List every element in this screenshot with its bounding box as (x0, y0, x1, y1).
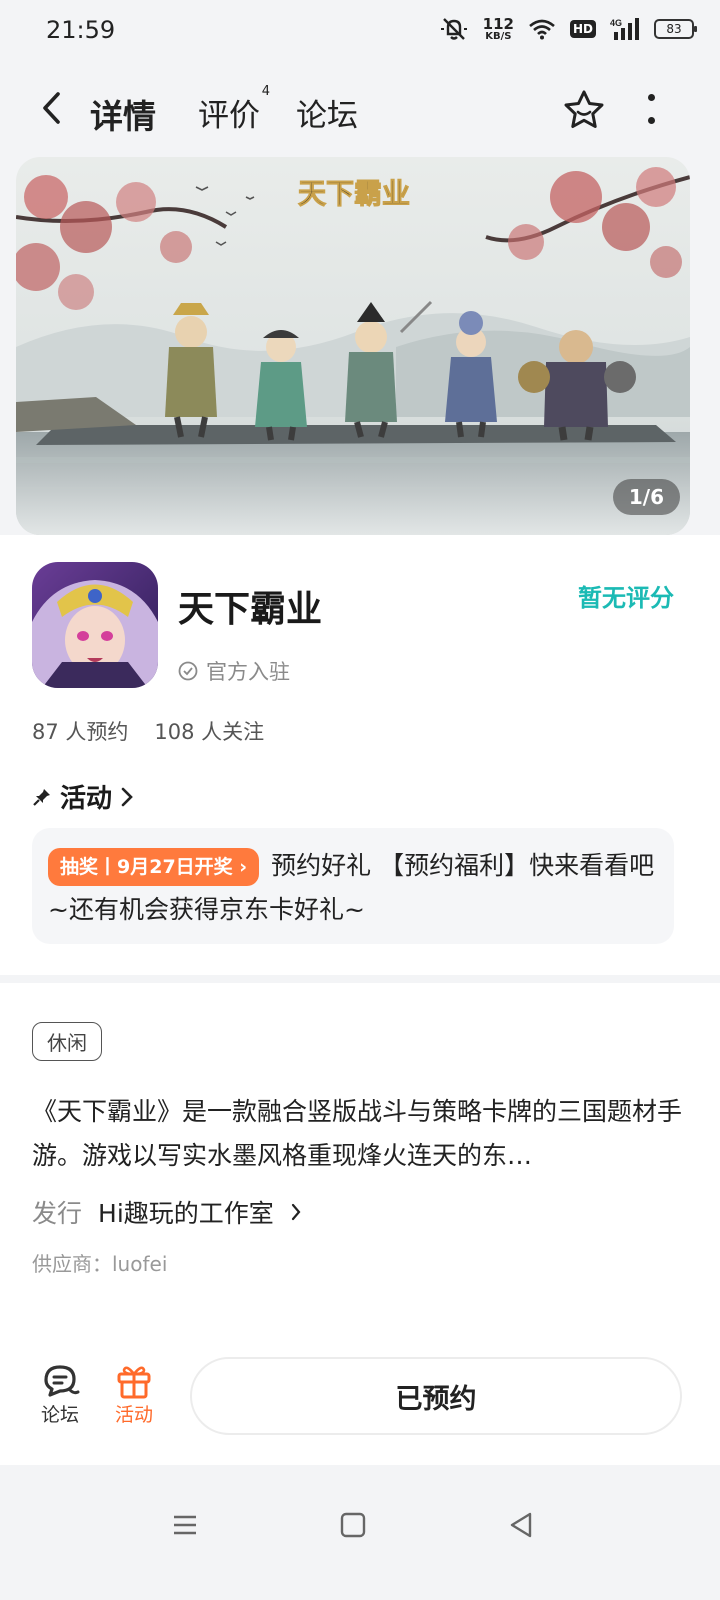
wifi-icon (529, 19, 555, 40)
rating-status: 暂无评分 (578, 584, 674, 612)
favorite-button[interactable] (562, 88, 606, 136)
publisher-row[interactable]: 发行 Hi趣玩的工作室 (32, 1194, 302, 1230)
triangle-back-icon (510, 1512, 532, 1538)
system-back-button[interactable] (506, 1510, 536, 1544)
lottery-badge: 抽奖丨9月27日开奖 › (48, 848, 260, 886)
activity-header[interactable]: 活动 (32, 778, 134, 815)
banner-title-art: 天下霸业 (298, 177, 410, 210)
tab-forum[interactable]: 论坛 (296, 90, 358, 135)
official-badge: 官方入驻 (178, 656, 290, 686)
tab-detail[interactable]: 详情 (84, 90, 166, 138)
signal-icon: 4G (610, 18, 639, 40)
game-description[interactable]: 《天下霸业》是一款融合竖版战斗与策略卡牌的三国题材手游。游戏以写实水墨风格重现烽… (32, 1090, 682, 1178)
tab-reviews-label: 评价 (198, 98, 260, 134)
official-label: 官方入驻 (206, 660, 290, 684)
gift-icon (117, 1366, 151, 1399)
app-stats: 87 人预约 108 人关注 (32, 716, 264, 746)
reserved-button[interactable]: 已预约 (190, 1357, 682, 1435)
hd-badge: HD (569, 20, 596, 38)
mute-bell-icon (440, 18, 467, 40)
tab-reviews[interactable]: 评价 4 (198, 84, 270, 135)
tab-reviews-count: 4 (261, 84, 270, 99)
forum-shortcut[interactable]: 论坛 (40, 1362, 80, 1427)
chat-bubble-icon (44, 1365, 80, 1397)
genre-tag[interactable]: 休闲 (32, 1022, 102, 1061)
tab-detail-label: 详情 (90, 97, 156, 136)
battery-indicator: 83 (654, 19, 697, 39)
pin-icon (33, 788, 50, 806)
svg-text:4G: 4G (610, 18, 622, 28)
chevron-right-icon (121, 787, 133, 806)
section-divider (0, 975, 720, 983)
menu-button[interactable] (170, 1510, 200, 1544)
app-icon (32, 562, 158, 688)
more-options-button[interactable] (644, 94, 658, 124)
net-speed-unit: KB/S (485, 30, 512, 42)
menu-icon (174, 1515, 196, 1535)
lottery-badge-label: 抽奖丨9月27日开奖 (60, 856, 233, 878)
back-button[interactable] (36, 88, 66, 128)
app-icon-art (32, 562, 158, 688)
app-name: 天下霸业 (178, 589, 323, 630)
activity-shortcut[interactable]: 活动 (114, 1362, 154, 1427)
top-nav: 详情 评价 4 论坛 (0, 70, 720, 150)
activity-shortcut-label: 活动 (114, 1404, 153, 1426)
activity-card[interactable]: 抽奖丨9月27日开奖 › 预约好礼 【预约福利】快来看看吧~还有机会获得京东卡好礼… (32, 828, 674, 944)
banner-counter: 1/6 (612, 479, 680, 515)
dot-icon (647, 94, 655, 101)
forum-shortcut-label: 论坛 (40, 1404, 79, 1426)
dot-icon (647, 117, 655, 124)
net-speed: 112 KB/S (482, 14, 514, 42)
square-home-icon (340, 1512, 366, 1538)
tab-forum-label: 论坛 (296, 98, 358, 134)
star-icon (564, 90, 604, 128)
banner-carousel[interactable]: 天下霸业 1/6 (16, 157, 690, 535)
description-section (0, 983, 720, 1383)
status-icons: 112 KB/S HD 4G 83 (439, 14, 697, 42)
publisher-label: 发行 (32, 1199, 83, 1228)
reservation-count: 87 人预约 (32, 720, 129, 744)
net-speed-value: 112 (482, 14, 514, 33)
status-bar: 21:59 112 KB/S HD 4G 83 (0, 0, 720, 62)
banner-artwork: 天下霸业 (16, 157, 690, 535)
publisher-name: Hi趣玩的工作室 (98, 1199, 274, 1228)
home-button[interactable] (338, 1510, 368, 1544)
follower-count: 108 人关注 (154, 720, 265, 744)
activity-heading: 活动 (60, 784, 113, 814)
chevron-left-icon (43, 92, 60, 124)
chevron-right-icon (291, 1203, 301, 1221)
status-time: 21:59 (46, 16, 116, 44)
verified-check-icon (178, 661, 198, 681)
supplier-info: 供应商：luofei (32, 1252, 168, 1276)
